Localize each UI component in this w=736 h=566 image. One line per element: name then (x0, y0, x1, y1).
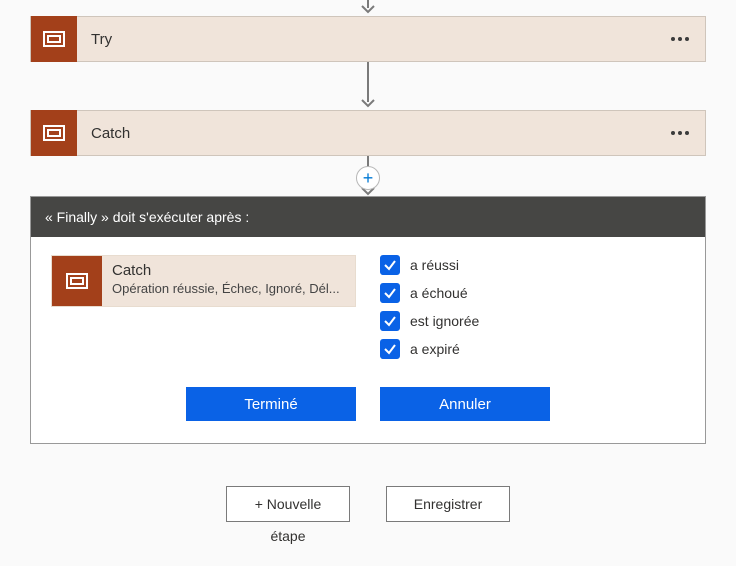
run-after-panel: « Finally » doit s'exécuter après : Catc… (30, 196, 706, 444)
step-catch-menu[interactable] (671, 131, 689, 135)
checkbox-checked-icon (380, 255, 400, 275)
run-after-checks: a réussi a échoué est ignorée a expiré (380, 255, 479, 359)
check-skipped-label: est ignorée (410, 313, 479, 329)
step-try[interactable]: Try (30, 16, 706, 62)
cancel-button[interactable]: Annuler (380, 387, 550, 421)
scope-icon (31, 110, 77, 156)
check-timedout-label: a expiré (410, 341, 460, 357)
arrow-connector-top (0, 0, 736, 16)
scope-icon (52, 256, 102, 306)
check-failed[interactable]: a échoué (380, 283, 479, 303)
check-timedout[interactable]: a expiré (380, 339, 479, 359)
check-success-label: a réussi (410, 257, 459, 273)
checkbox-checked-icon (380, 311, 400, 331)
run-after-header: « Finally » doit s'exécuter après : (31, 197, 705, 237)
save-button[interactable]: Enregistrer (386, 486, 510, 522)
step-try-menu[interactable] (671, 37, 689, 41)
run-after-source-card[interactable]: Catch Opération réussie, Échec, Ignoré, … (51, 255, 356, 307)
step-catch-label: Catch (77, 125, 130, 142)
checkbox-checked-icon (380, 283, 400, 303)
check-success[interactable]: a réussi (380, 255, 479, 275)
step-try-label: Try (77, 31, 112, 48)
checkbox-checked-icon (380, 339, 400, 359)
new-step-label-line2: étape (270, 528, 305, 544)
add-step-button[interactable]: + (356, 166, 380, 190)
check-skipped[interactable]: est ignorée (380, 311, 479, 331)
step-catch[interactable]: Catch (30, 110, 706, 156)
arrow-connector-1 (0, 62, 736, 110)
scope-icon (31, 16, 77, 62)
plus-icon: + (363, 169, 374, 187)
check-failed-label: a échoué (410, 285, 468, 301)
done-button[interactable]: Terminé (186, 387, 356, 421)
source-card-title: Catch (112, 262, 345, 279)
new-step-button[interactable]: + Nouvelle (226, 486, 350, 522)
arrow-connector-plus: + (0, 156, 736, 196)
source-card-subtitle: Opération réussie, Échec, Ignoré, Dél... (112, 281, 345, 296)
new-step-label-line1: + Nouvelle (255, 496, 322, 513)
